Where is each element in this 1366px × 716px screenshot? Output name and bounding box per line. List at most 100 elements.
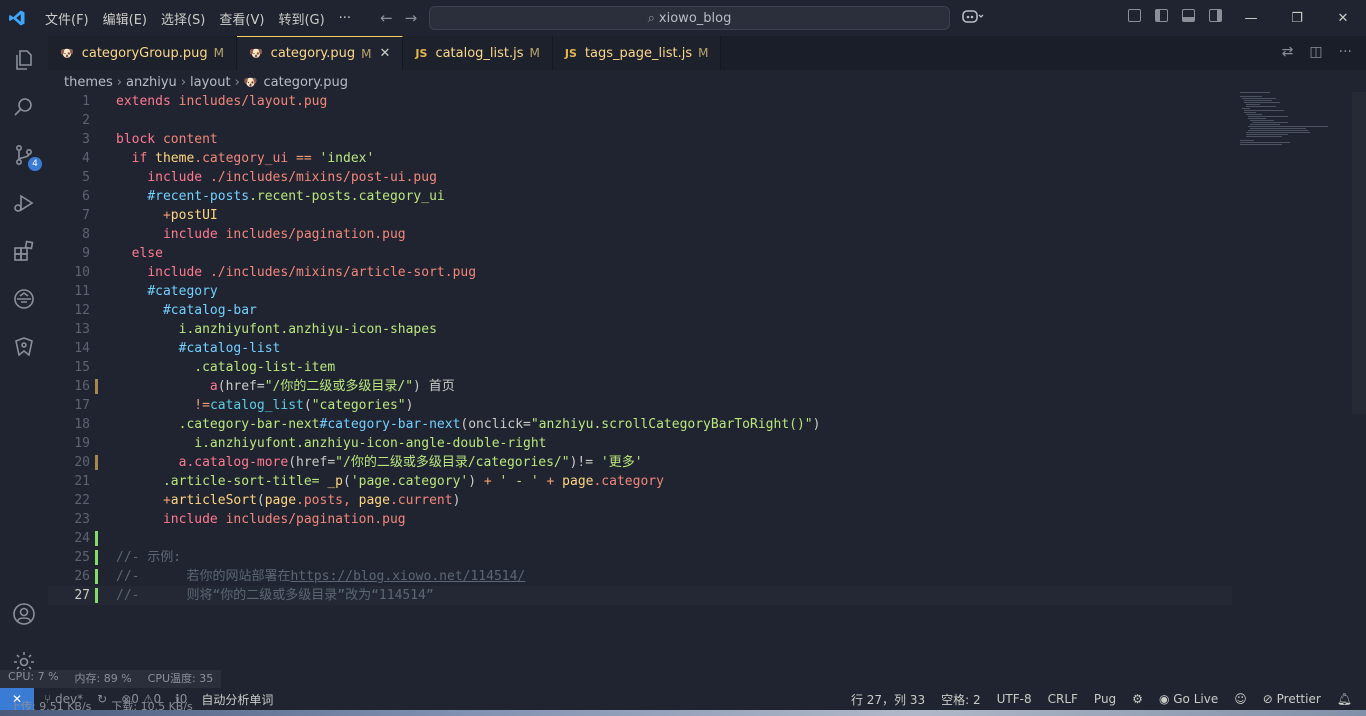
account-icon[interactable] <box>10 600 38 628</box>
code-line: 27//- 则将“你的二级或多级目录”改为“114514” <box>74 588 434 603</box>
code-line: 20 a.catalog-more(href="/你的二级或多级目录/categ… <box>74 455 643 470</box>
eol-status[interactable]: CRLF <box>1048 692 1078 706</box>
toggle-panel-icon[interactable] <box>1182 9 1195 22</box>
code-line: 13 i.anzhiyufont.anzhiyu-icon-shapes <box>74 322 437 337</box>
status-bar: ✕ ⑂ dev* ↻ ⊗0 ⚠0 ℹ0 自动分析单词 行 27，列 33 空格:… <box>0 688 1366 710</box>
toggle-secondary-sidebar-icon[interactable] <box>1209 9 1222 22</box>
broadcast-icon: ◉ <box>1158 692 1170 706</box>
back-arrow-icon[interactable]: ← <box>380 9 393 27</box>
customize-layout-icon[interactable] <box>1128 9 1141 22</box>
auto-analyze-status[interactable]: 自动分析单词 <box>201 691 273 708</box>
cpu-usage: CPU: 7 % <box>0 670 67 688</box>
minimap[interactable] <box>1236 92 1346 152</box>
modified-gutter-mark <box>95 455 98 470</box>
memory-usage: 内存: 89 % <box>66 670 140 688</box>
breadcrumb-item[interactable]: category.pug <box>263 75 347 90</box>
layout-controls <box>1128 9 1222 22</box>
menu-selection[interactable]: 选择(S) <box>154 9 212 28</box>
restore-icon[interactable]: ❐ <box>1274 0 1320 36</box>
code-line: 2 <box>82 113 90 128</box>
code-line: 8 include includes/pagination.pug <box>82 227 406 242</box>
copilot-icon[interactable] <box>962 8 984 28</box>
added-gutter-mark <box>95 531 98 546</box>
tab-label: category.pug <box>270 46 356 61</box>
breadcrumb-item[interactable]: themes <box>64 75 113 90</box>
editor-scrollbar[interactable] <box>1352 92 1366 414</box>
pug-file-icon: 🐶 <box>60 46 74 60</box>
tab-categorygroup-pug[interactable]: 🐶 categoryGroup.pug M <box>48 36 237 70</box>
title-bar: 文件(F) 编辑(E) 选择(S) 查看(V) 转到(G) ··· ← → ⌕ … <box>0 0 1366 36</box>
code-line: 22 +articleSort(page.posts, page.current… <box>74 493 461 508</box>
code-line: 23 include includes/pagination.pug <box>74 512 406 527</box>
indentation-status[interactable]: 空格: 2 <box>941 691 981 708</box>
code-line: 26//- 若你的网站部署在https://blog.xiowo.net/114… <box>74 569 526 584</box>
menu-file[interactable]: 文件(F) <box>38 9 96 28</box>
menu-view[interactable]: 查看(V) <box>212 9 271 28</box>
vscode-logo-icon <box>0 0 34 36</box>
pug-file-icon: 🐶 <box>248 47 263 60</box>
tab-category-pug[interactable]: 🐶 category.pug M ✕ <box>236 36 404 70</box>
language-mode[interactable]: Pug <box>1094 692 1116 706</box>
minimize-icon[interactable]: — <box>1228 0 1274 36</box>
breadcrumb-item[interactable]: layout <box>190 75 231 90</box>
code-line: 16 a(href="/你的二级或多级目录/") 首页 <box>74 379 455 394</box>
status-right: 行 27，列 33 空格: 2 UTF-8 CRLF Pug ⚙ ◉ Go Li… <box>851 688 1352 710</box>
run-debug-icon[interactable] <box>10 189 38 217</box>
notifications-bell-icon[interactable]: 🔔︎ <box>1337 692 1352 706</box>
menu-more[interactable]: ··· <box>332 11 358 26</box>
code-line: 25//- 示例: <box>74 550 182 565</box>
command-center-search[interactable]: ⌕ xiowo_blog <box>429 6 950 30</box>
encoding-status[interactable]: UTF-8 <box>997 692 1032 706</box>
code-line: 14 #catalog-list <box>74 341 281 356</box>
close-tab-icon[interactable]: ✕ <box>380 46 391 61</box>
menu-bar: 文件(F) 编辑(E) 选择(S) 查看(V) 转到(G) ··· <box>38 9 358 28</box>
extensions-icon[interactable] <box>10 237 38 265</box>
window-controls: — ❐ ✕ <box>1228 0 1366 36</box>
code-line: 9 else <box>82 246 163 261</box>
language-settings-icon[interactable]: ⚙ <box>1132 692 1143 706</box>
prettier-check-icon: ⊘ <box>1262 692 1273 706</box>
cursor-position[interactable]: 行 27，列 33 <box>851 691 925 708</box>
prettier-status[interactable]: ⊘ Prettier <box>1263 692 1321 706</box>
code-line: 6 #recent-posts.recent-posts.category_ui <box>82 189 445 204</box>
explorer-icon[interactable] <box>10 46 38 74</box>
modified-indicator: M <box>361 46 372 61</box>
tab-tags-page-list-js[interactable]: JS tags_page_list.js M <box>552 36 722 70</box>
code-line: 10 include ./includes/mixins/article-sor… <box>74 265 477 280</box>
open-changes-icon[interactable]: ⇄ <box>1282 44 1294 60</box>
chevron-right-icon: › <box>180 74 187 90</box>
gitlens-icon[interactable] <box>10 333 38 361</box>
resource-monitor: CPU: 7 % 内存: 89 % CPU温度: 35 <box>0 670 222 688</box>
editor-actions: ⇄ ◫ ··· <box>1282 44 1352 60</box>
copilot-status-icon[interactable]: ☺ <box>1234 692 1247 706</box>
code-line: 18 .category-bar-next#category-bar-next(… <box>74 417 821 432</box>
code-editor[interactable]: 1 extends includes/layout.pug 2 3 block co… <box>48 92 1232 652</box>
added-gutter-mark <box>95 569 98 584</box>
nav-arrows: ← → <box>380 9 417 27</box>
forward-arrow-icon[interactable]: → <box>405 9 418 27</box>
cpu-temperature: CPU温度: 35 <box>139 670 222 688</box>
toggle-primary-sidebar-icon[interactable] <box>1155 9 1168 22</box>
chevron-right-icon: › <box>234 74 240 90</box>
pug-file-icon: 🐶 <box>243 75 258 89</box>
menu-go[interactable]: 转到(G) <box>271 9 331 28</box>
close-window-icon[interactable]: ✕ <box>1320 0 1366 36</box>
breadcrumb-item[interactable]: anzhiyu <box>126 75 177 90</box>
tab-label: categoryGroup.pug <box>81 45 208 61</box>
search-sidebar-icon[interactable] <box>10 93 38 121</box>
tab-catalog-list-js[interactable]: JS catalog_list.js M <box>403 36 553 70</box>
split-editor-icon[interactable]: ◫ <box>1309 44 1322 60</box>
more-actions-icon[interactable]: ··· <box>1339 44 1352 60</box>
search-icon: ⌕ <box>647 10 655 26</box>
source-control-icon[interactable]: 4 <box>10 141 42 171</box>
source-control-badge: 4 <box>28 157 42 171</box>
menu-edit[interactable]: 编辑(E) <box>96 9 154 28</box>
go-live-button[interactable]: ◉ Go Live <box>1159 692 1218 706</box>
code-line: 21 .article-sort-title= _p('page.categor… <box>74 474 664 489</box>
code-line: 17 !=catalog_list("categories") <box>74 398 414 413</box>
breadcrumb: themes › anzhiyu › layout › 🐶 category.p… <box>64 72 348 92</box>
modified-indicator: M <box>698 46 709 60</box>
remote-explorer-icon[interactable] <box>10 285 38 313</box>
js-file-icon: JS <box>564 46 577 60</box>
js-file-icon: JS <box>415 46 428 60</box>
